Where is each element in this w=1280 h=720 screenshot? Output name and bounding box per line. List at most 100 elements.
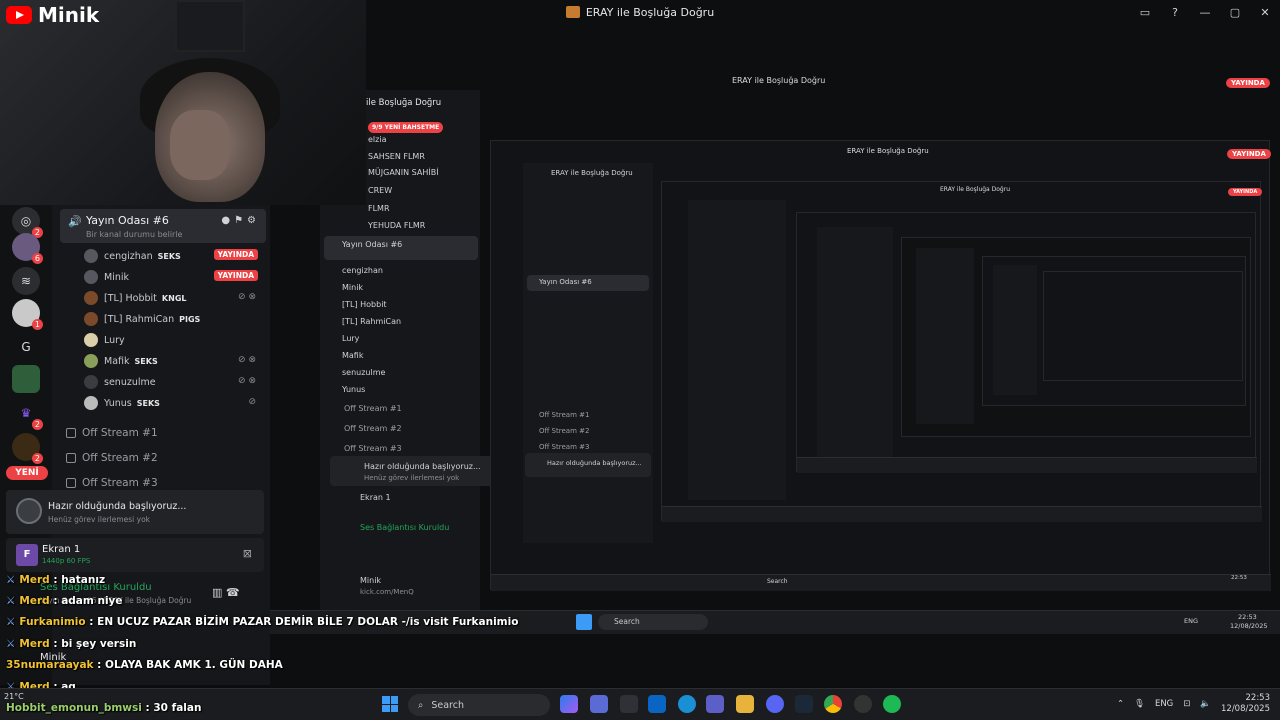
help-icon[interactable]: ? [1160,6,1190,19]
microphone-icon[interactable]: 🎙 [1134,699,1145,709]
channel-action-icons[interactable]: ●⚑⚙ [221,215,260,226]
user-name: Mafik [104,355,130,367]
capture-l2-activity: Hazır olduğunda başlıyoruz... [525,453,651,477]
server-icon[interactable]: ◎ 2 [12,207,43,238]
voice-user[interactable]: Lury [84,331,264,349]
capture-new-tag: 9/9 YENİ BAHSETME [368,122,444,133]
sword-icon: ⚔ [6,595,16,607]
capture-user: YEHUDA FLMR [368,221,426,230]
outlook-icon[interactable] [648,695,666,713]
chevron-up-icon[interactable]: ⌃ [1117,699,1124,709]
teams-icon[interactable] [706,695,724,713]
capture-offstream: Off Stream #3 [344,444,402,453]
channel-label: Off Stream #3 [82,477,158,489]
speaker-icon: 🔊 [68,215,82,228]
capture-l3-title: ERAY ile Boşluğa Doğru [940,186,1011,193]
chrome-icon[interactable] [824,695,842,713]
capture-level-2: ERAY ile Boşluğa Doğru YAYINDA ERAY ile … [490,140,1271,591]
brand-logo: Minik [6,3,99,27]
user-tag: PIGS [179,314,201,324]
capture-l2-header: ERAY ile Boşluğa Doğru [551,169,633,177]
server-icon[interactable]: 1 [12,299,43,330]
user-name: Lury [104,334,125,346]
capture-voice-title: Yayın Odası #6 [342,240,403,249]
capture-activity-title: Hazır olduğunda başlıyoruz... [364,462,481,471]
taskbar-search[interactable]: ⌕ Search [408,694,550,716]
capture-user: [TL] Hobbit [342,300,387,309]
channel-off-stream-1[interactable]: Off Stream #1 [66,427,158,439]
avatar [84,249,98,263]
capture-user: FLMR [368,204,390,213]
voice-channel-header[interactable]: 🔊 Yayın Odası #6 Bir kanal durumu belirl… [60,209,266,243]
clock[interactable]: 22:53 12/08/2025 [1221,693,1270,715]
avatar [84,396,98,410]
discord-icon[interactable] [766,695,784,713]
server-icon[interactable]: 2 [12,433,43,464]
capture-l2-off: Off Stream #3 [539,443,590,451]
channel-panel: 🔊 Yayın Odası #6 Bir kanal durumu belirl… [52,205,270,685]
capture-l2-live: YAYINDA [1227,149,1271,159]
capture-search: Search [598,614,708,630]
chat-message: Hobbit_emonun_bmwsi : 30 falan [6,702,202,714]
steam-icon[interactable] [795,695,813,713]
avatar [84,312,98,326]
avatar [84,291,98,305]
voice-user[interactable]: Mafik SEKS [84,352,264,370]
webcam-feed [0,0,366,205]
capture-l2-panel: ERAY ile Boşluğa Doğru Yayın Odası #6 Of… [523,163,653,543]
obs-icon[interactable] [854,695,872,713]
capture-offstream: Off Stream #2 [344,424,402,433]
edge-icon[interactable] [678,695,696,713]
wall-frame [175,0,245,52]
inbox-icon[interactable]: ▭ [1130,6,1160,19]
capture-user: Yunus [342,385,366,394]
server-icon[interactable]: ♛ 2 [12,399,43,430]
language-indicator[interactable]: ENG [1155,699,1173,709]
voice-user[interactable]: [TL] Hobbit KNGL [84,289,264,307]
sword-icon: ⚔ [6,616,16,628]
voice-action-icons[interactable]: ▥ ☎ [212,586,240,599]
channel-label: Off Stream #1 [82,427,158,439]
app-icon[interactable] [590,695,608,713]
chat-text: adam niye [61,595,123,607]
chat-text: OLAYA BAK AMK 1. GÜN DAHA [105,659,283,671]
server-badge: 2 [31,453,43,464]
chat-user: Merd [19,595,50,607]
store-icon[interactable] [620,695,638,713]
close-button[interactable]: ✕ [1250,6,1280,19]
copilot-icon[interactable] [560,695,578,713]
windows-start-icon[interactable] [382,696,398,712]
server-icon[interactable]: ≋ [12,267,40,295]
voice-user[interactable]: [TL] RahmiCan PIGS [84,310,264,328]
voice-user[interactable]: senuzulme [84,373,264,391]
network-icon[interactable]: ⊡ [1183,699,1190,709]
channel-off-stream-3[interactable]: Off Stream #3 [66,477,158,489]
capture-user: SAHSEN FLMR [368,152,425,161]
spotify-icon[interactable] [883,695,901,713]
file-explorer-icon[interactable] [736,695,754,713]
capture-user-sub: kick.com/MenQ [360,588,414,596]
server-icon[interactable] [12,365,40,393]
capture-channel-header: ile Boşluğa Doğru [366,98,442,108]
avatar [84,333,98,347]
capture-l3-taskbar [662,506,1262,522]
mute-icon: ⊘ ⊗ [238,376,256,386]
channel-off-stream-2[interactable]: Off Stream #2 [66,452,158,464]
user-name: cengizhan [104,250,153,262]
server-icon[interactable]: G [12,333,40,361]
person-hand [170,110,230,180]
stop-share-icon[interactable]: ⊠ [243,547,252,560]
minimize-button[interactable]: — [1190,6,1220,19]
volume-icon[interactable]: 🔈 [1200,699,1211,709]
activity-panel[interactable]: Hazır olduğunda başlıyoruz... Henüz göre… [6,490,264,534]
server-icon[interactable]: 6 [12,233,43,264]
app-icon [565,6,580,18]
screen-share-panel[interactable]: F Ekran 1 1440p 60 FPS ⊠ [6,538,264,572]
chat-message: ⚔ Furkanimio : EN UCUZ PAZAR BİZİM PAZAR … [6,616,519,628]
capture-l3-panel [688,200,786,500]
voice-user[interactable]: Yunus SEKS [84,394,264,412]
activity-subtitle: Henüz görev ilerlemesi yok [48,515,151,524]
weather-widget[interactable]: 21°C [4,692,24,701]
maximize-button[interactable]: ▢ [1220,6,1250,19]
user-name: [TL] Hobbit [104,292,157,304]
